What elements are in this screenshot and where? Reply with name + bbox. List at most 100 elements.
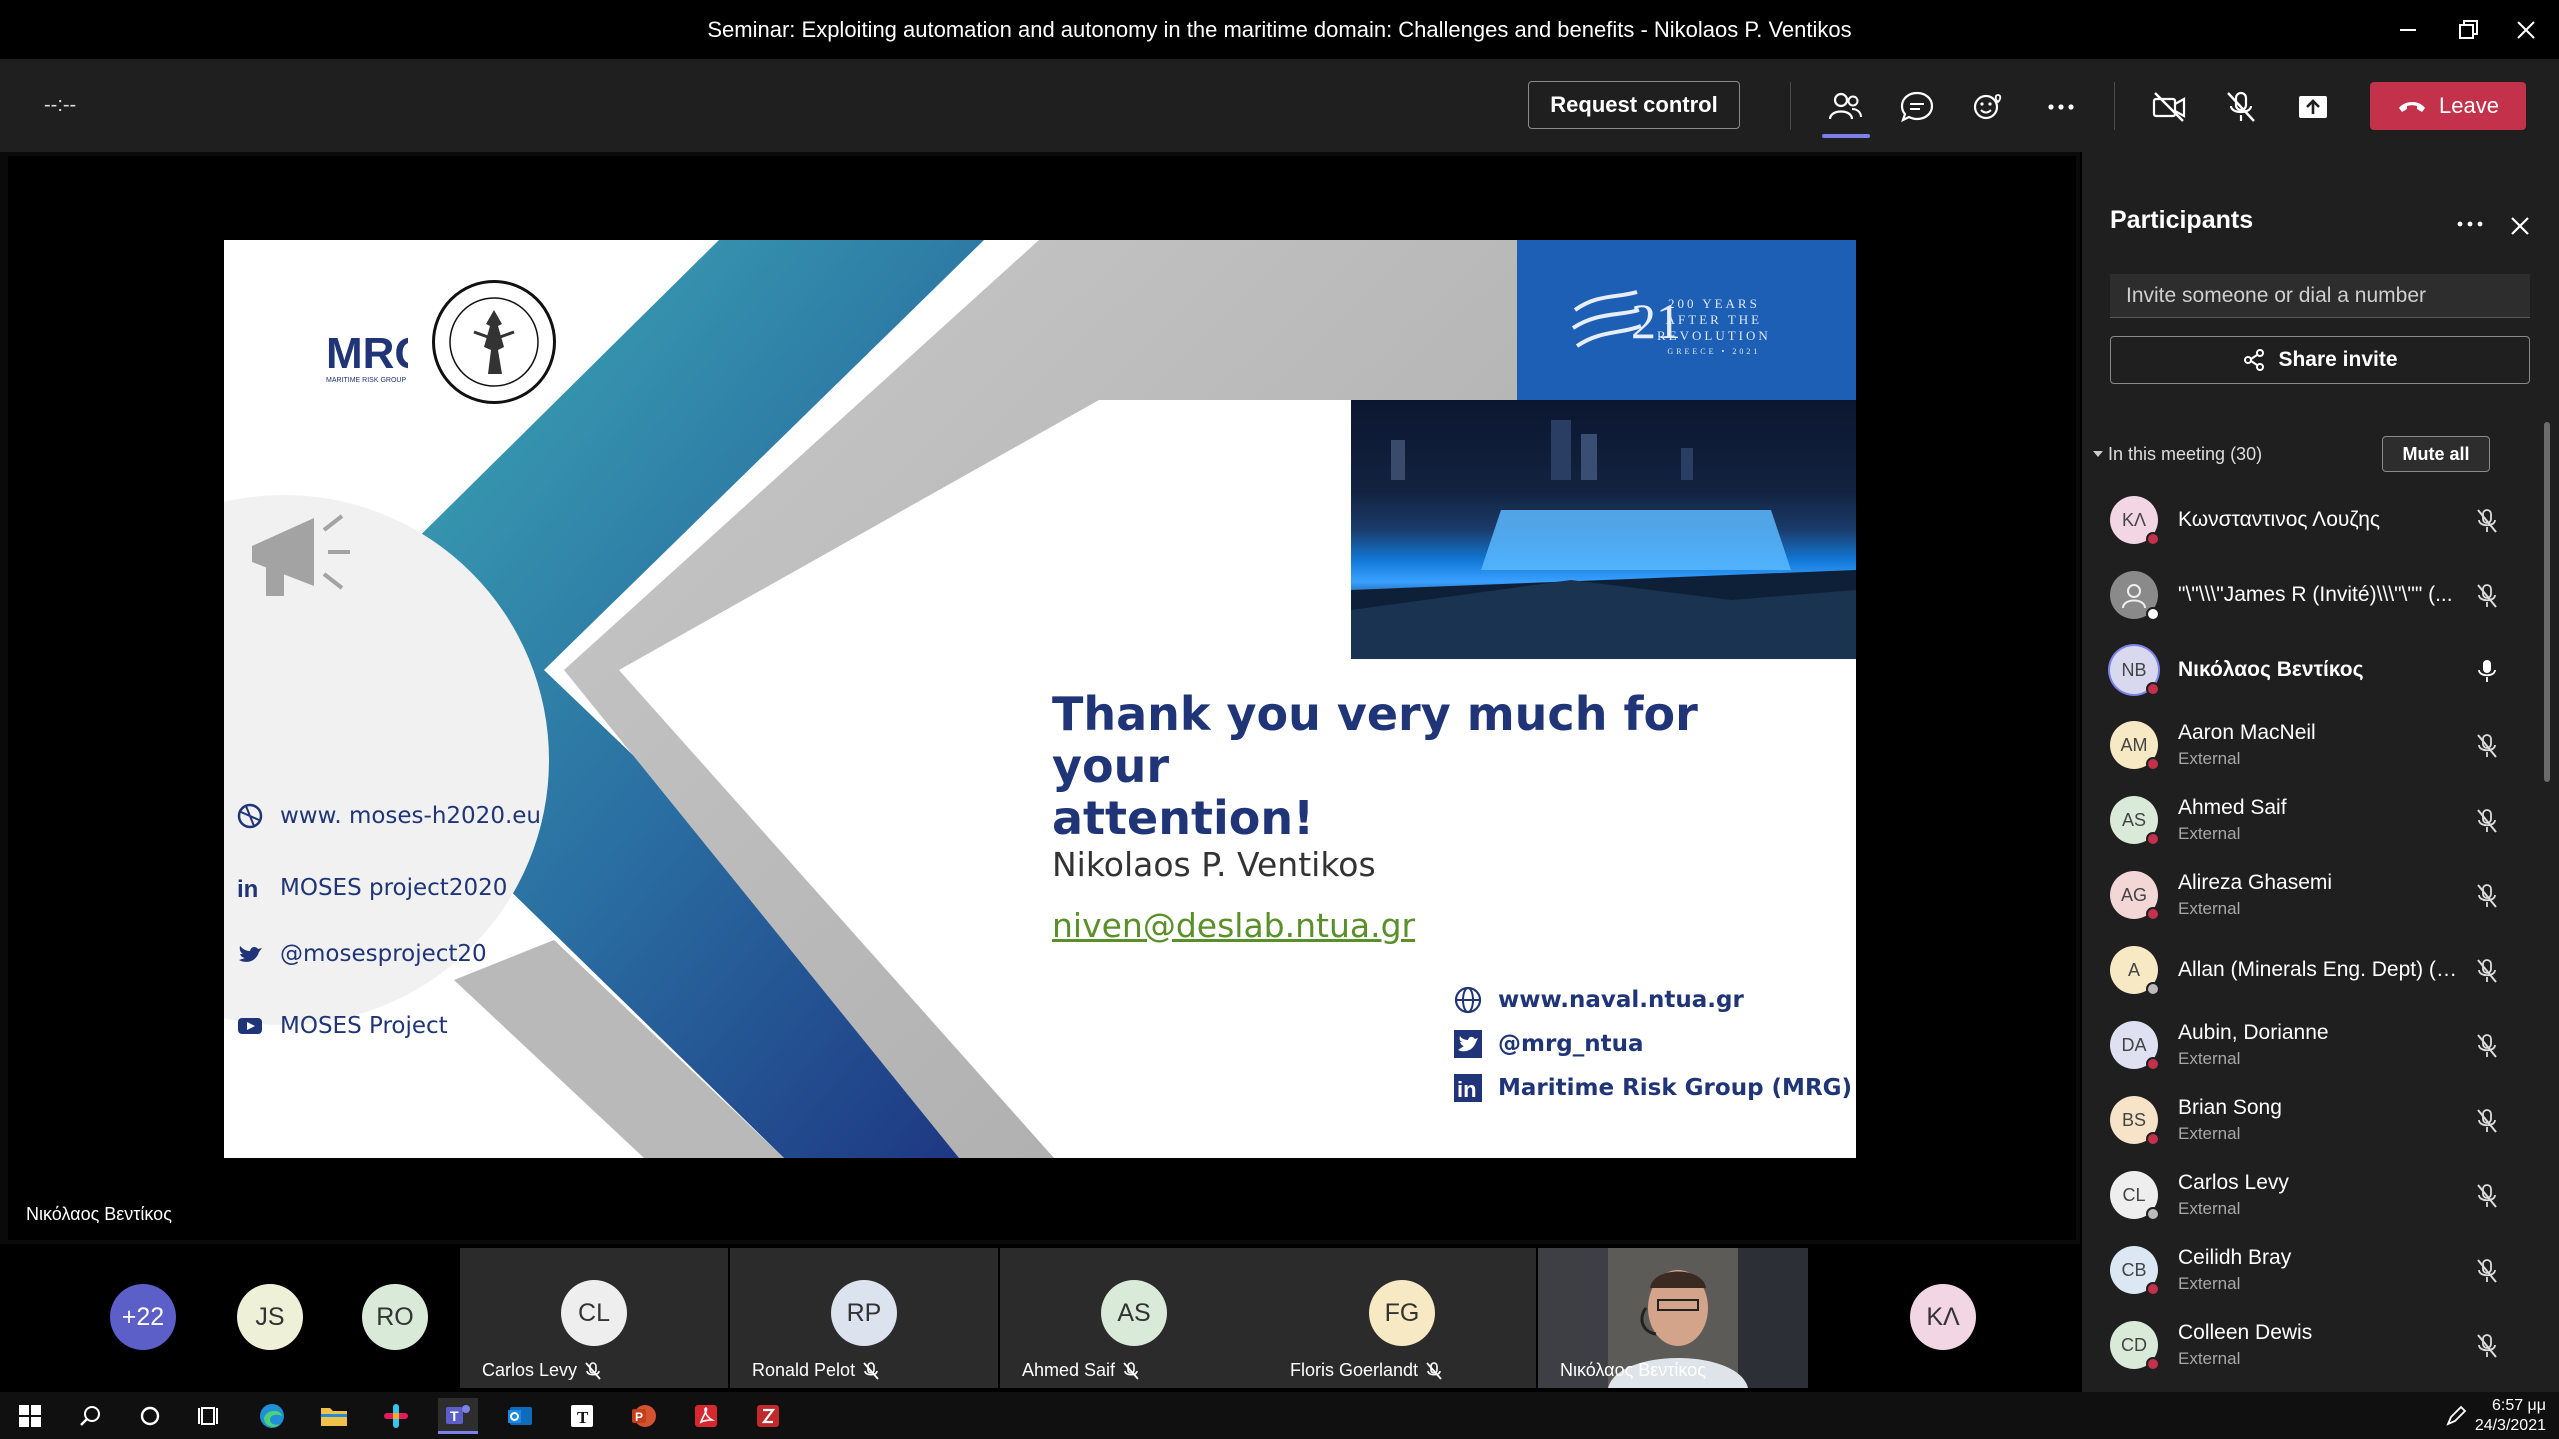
meeting-timer: --:-- [44,94,77,116]
leave-button[interactable]: Leave [2370,82,2526,130]
share-invite-button[interactable]: Share invite [2110,336,2530,384]
linkedin-icon: in [1452,1072,1484,1104]
participant-mic-button[interactable] [2470,1029,2504,1063]
file-explorer-app[interactable] [314,1398,354,1434]
participant-mic-button[interactable] [2470,654,2504,688]
participant-avatar[interactable]: RO [362,1284,428,1350]
search-button[interactable] [70,1398,110,1434]
edge-app[interactable] [252,1398,292,1434]
moses-website-link[interactable]: www. moses-h2020.eu [234,800,541,832]
typora-app[interactable]: T [562,1398,602,1434]
close-window-button[interactable] [2506,10,2546,50]
participant-avatar[interactable]: ΚΛ [1910,1284,1976,1350]
mrg-linkedin-link[interactable]: in Maritime Risk Group (MRG) [1452,1072,1852,1104]
camera-toggle-button[interactable] [2146,84,2192,130]
ntua-seal-logo [432,280,556,404]
participant-row[interactable]: CD Colleen Dewis External [2082,1307,2552,1382]
panel-scrollbar[interactable] [2544,422,2550,782]
participant-subtitle: External [2178,1199,2241,1218]
presence-status-indicator [2146,757,2160,771]
participant-mic-button[interactable] [2470,1254,2504,1288]
participant-name: Brian Song [2178,1096,2282,1119]
participant-tile[interactable]: RP Ronald Pelot [730,1248,998,1388]
participant-mic-button[interactable] [2470,729,2504,763]
presence-status-indicator [2146,1057,2160,1071]
mic-toggle-button[interactable] [2218,84,2264,130]
reactions-button[interactable] [1966,84,2012,130]
moses-twitter-link[interactable]: @mosesproject20 [234,938,487,970]
participant-mic-button[interactable] [2470,1104,2504,1138]
participant-row[interactable]: A Allan (Minerals Eng. Dept) (G... [2082,932,2552,1007]
participant-row[interactable]: CL Carlos Levy External [2082,1157,2552,1232]
restore-button[interactable] [2448,10,2488,50]
invite-input[interactable] [2110,274,2530,318]
participant-row[interactable]: CB Ceilidh Bray External [2082,1232,2552,1307]
participant-row[interactable]: BS Brian Song External [2082,1082,2552,1157]
participant-row[interactable]: "\"\\\"James R (Invité)\\\"\"" (... [2082,557,2552,632]
presence-status-indicator [2146,532,2160,546]
participant-name: Allan (Minerals Eng. Dept) (G... [2178,958,2468,981]
mrg-twitter-link[interactable]: @mrg_ntua [1452,1028,1644,1060]
acrobat-app[interactable] [686,1398,726,1434]
mic-off-icon [2477,809,2497,833]
participant-row[interactable]: AG Alireza Ghasemi External [2082,857,2552,932]
people-button[interactable] [1822,84,1868,130]
powerpoint-app[interactable]: P [624,1398,664,1434]
in-meeting-section-header[interactable]: In this meeting (30) Mute all [2092,436,2532,476]
panel-close-button[interactable] [2502,208,2538,244]
minimize-icon [2400,29,2416,31]
participant-row[interactable]: NB Νικόλαος Βεντίκος [2082,632,2552,707]
mic-on-icon [2478,660,2496,682]
windows-taskbar: T T P 6:57 μμ 24/3/2021 [0,1392,2559,1439]
participant-mic-button[interactable] [2470,804,2504,838]
participant-row[interactable]: ΚΛ Κωνσταντινος Λουζης [2082,482,2552,557]
overflow-participants-button[interactable]: +22 [110,1284,176,1350]
teams-app[interactable]: T [438,1398,478,1434]
outlook-app[interactable] [500,1398,540,1434]
participant-row[interactable]: AM Aaron MacNeil External [2082,707,2552,782]
participant-tile[interactable]: AS Ahmed Saif [1000,1248,1268,1388]
slide-email-link[interactable]: niven@deslab.ntua.gr [1052,906,1415,945]
participant-name: Aubin, Dorianne [2178,1021,2329,1044]
task-view-button[interactable] [190,1398,230,1434]
participant-mic-button[interactable] [2470,1179,2504,1213]
search-icon [80,1406,100,1426]
moses-youtube-link[interactable]: MOSES Project [234,1010,448,1042]
participant-name: Colleen Dewis [2178,1321,2313,1344]
participant-mic-button[interactable] [2470,1329,2504,1363]
minimize-button[interactable] [2388,10,2428,50]
participant-row[interactable]: DA Aubin, Dorianne External [2082,1007,2552,1082]
participant-mic-button[interactable] [2470,504,2504,538]
participant-mic-button[interactable] [2470,579,2504,613]
mute-all-button[interactable]: Mute all [2382,436,2490,472]
cortana-button[interactable] [130,1398,170,1434]
more-actions-button[interactable] [2038,84,2084,130]
mic-off-icon [2477,509,2497,533]
taskbar-clock[interactable]: 6:57 μμ 24/3/2021 [2470,1396,2546,1436]
start-button[interactable] [10,1398,50,1434]
participant-tile-label: Carlos Levy [482,1360,601,1381]
chevron-down-icon [2093,451,2103,457]
participant-avatar[interactable]: JS [237,1284,303,1350]
participant-avatar: RP [831,1280,897,1346]
naval-website-link[interactable]: www.naval.ntua.gr [1452,984,1744,1016]
moses-linkedin-link[interactable]: in MOSES project2020 [234,872,507,904]
participant-strip: +22 JS RO CL Carlos Levy RP Ronald Pelot… [0,1244,2080,1392]
participant-tile[interactable]: CL Carlos Levy [460,1248,728,1388]
mic-off-icon [2477,884,2497,908]
participant-mic-button[interactable] [2470,879,2504,913]
pdf-app[interactable] [748,1398,788,1434]
participant-mic-button[interactable] [2470,954,2504,988]
mic-off-icon [863,1361,879,1380]
participant-row[interactable]: AS Ahmed Saif External [2082,782,2552,857]
participant-tile[interactable]: FG Floris Goerlandt [1268,1248,1536,1388]
panel-more-button[interactable] [2452,206,2488,242]
chat-button[interactable] [1894,84,1940,130]
typora-icon: T [571,1405,593,1427]
request-control-button[interactable]: Request control [1528,81,1740,129]
slack-app[interactable] [376,1398,416,1434]
pdf-icon [757,1405,779,1427]
presenter-video-tile[interactable]: Νικόλαος Βεντίκος [1538,1248,1808,1388]
share-tray-button[interactable] [2290,84,2336,130]
mic-off-icon [2477,1334,2497,1358]
